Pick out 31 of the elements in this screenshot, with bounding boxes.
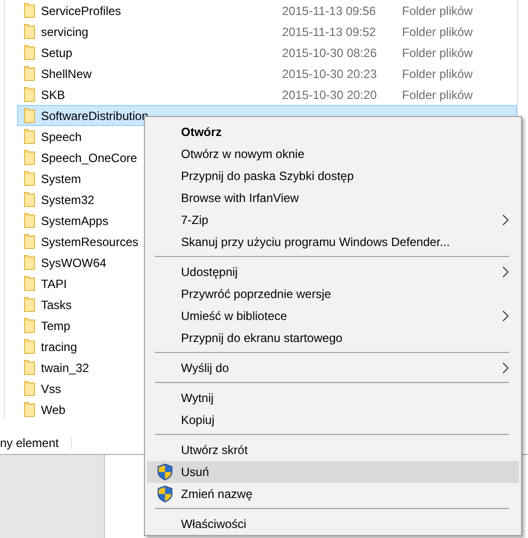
file-name: tracing [41,340,78,354]
file-name: SKB [41,88,66,102]
file-name: System32 [41,192,94,206]
file-name: SoftwareDistribution [41,108,148,122]
file-name: System [41,172,82,186]
file-type: Folder plików [402,66,473,80]
file-type: Folder plików [402,24,473,38]
file-name: TAPI [41,276,67,290]
file-type: Folder plików [402,4,473,18]
file-name: Web [41,402,66,416]
file-name: Speech_OneCore [41,150,138,164]
file-name: Setup [41,46,72,60]
file-name: Vss [41,382,62,396]
file-date: 2015-10-30 08:26 [282,46,377,60]
status-text: ny element [0,436,72,450]
file-date: 2015-11-13 09:56 [282,4,376,18]
file-name: twain_32 [41,360,90,374]
file-name: Speech [41,130,82,144]
file-date: 2015-10-30 20:23 [282,66,377,80]
file-name: Temp [41,318,70,332]
file-name: ServiceProfiles [41,4,122,18]
file-name: SysWOW64 [41,256,106,270]
file-name: servicing [41,24,88,38]
file-date: 2015-11-13 09:52 [282,24,376,38]
file-name: ShellNew [41,66,92,80]
file-name: SystemApps [41,214,108,228]
file-name: SystemResources [41,234,138,248]
file-name: Tasks [41,298,72,312]
file-type: Folder plików [402,88,473,102]
file-date: 2015-10-30 20:20 [282,88,377,102]
file-type: Folder plików [402,46,473,60]
